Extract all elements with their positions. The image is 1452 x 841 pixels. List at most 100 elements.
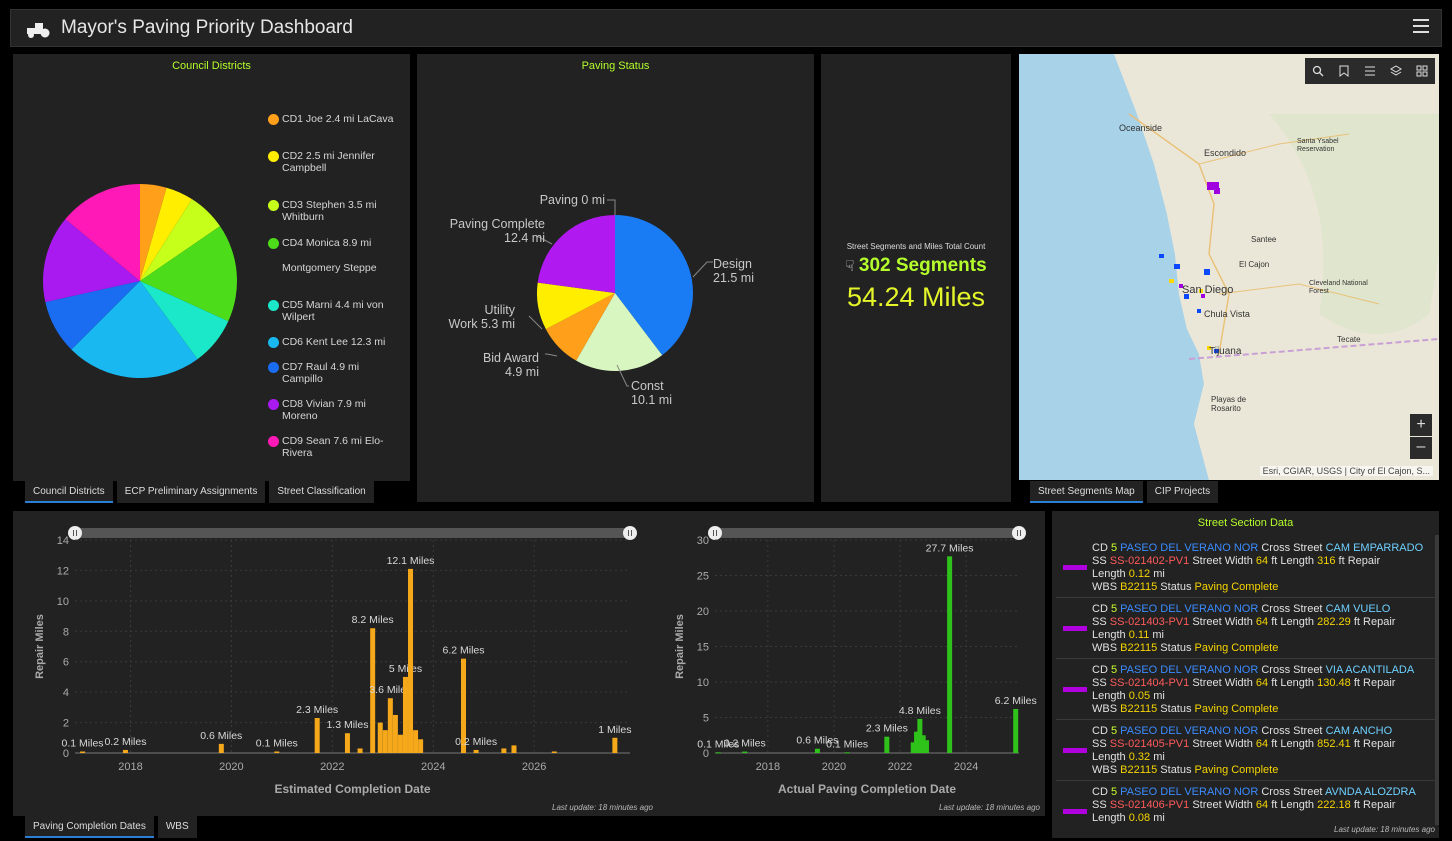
tab-ecp-preliminary-assignments[interactable]: ECP Preliminary Assignments [116, 481, 266, 503]
zoom-in-button[interactable]: + [1410, 414, 1432, 436]
tab-council-districts[interactable]: Council Districts [25, 481, 113, 503]
field-label: Street Width [1192, 616, 1253, 628]
legend-swatch [268, 238, 279, 249]
field-label: Status [1160, 764, 1192, 776]
chart-bar[interactable] [408, 568, 414, 753]
status-leader-line [528, 315, 543, 330]
field-label: SS [1092, 677, 1107, 689]
chart-bar[interactable] [884, 736, 890, 753]
field-value: PASEO DEL VERANO NOR [1120, 664, 1259, 676]
chart-bar[interactable] [947, 556, 953, 753]
range-slider-track[interactable] [715, 528, 1019, 538]
chart-bar[interactable] [274, 751, 280, 753]
field-label: ft [1271, 677, 1278, 689]
legend-label: Montgomery Steppe [282, 262, 377, 274]
field-label: SS [1092, 616, 1107, 628]
field-value: 222.18 [1317, 799, 1351, 811]
street-section-item[interactable]: CD 5 PASEO DEL VERANO NOR Cross Street C… [1056, 721, 1437, 781]
street-section-item[interactable]: CD 5 PASEO DEL VERANO NOR Cross Street C… [1056, 599, 1437, 659]
chart-bar[interactable] [612, 737, 618, 753]
hamburger-menu-icon[interactable] [1413, 19, 1429, 33]
chart-bar[interactable] [397, 734, 403, 753]
bar-data-label: 2.3 Miles [296, 704, 338, 716]
chart-bar[interactable] [314, 718, 320, 753]
map-canvas[interactable] [1019, 54, 1439, 480]
legend-swatch [268, 151, 279, 162]
field-value: 0.11 [1128, 629, 1150, 641]
chart-bar[interactable] [418, 739, 424, 753]
field-value: 852.41 [1317, 738, 1351, 750]
chart-bar[interactable] [742, 751, 748, 753]
chart-bar[interactable] [923, 740, 929, 753]
chart-bar[interactable] [715, 752, 721, 754]
range-slider-handle[interactable] [1012, 526, 1026, 540]
field-label: mi [1153, 812, 1165, 824]
chart-bar[interactable] [392, 714, 398, 753]
field-value: B22115 [1120, 642, 1158, 654]
legend-swatch [268, 200, 279, 211]
field-label: ft [1353, 616, 1360, 628]
field-label: WBS [1092, 703, 1118, 715]
field-label: WBS [1092, 581, 1118, 593]
bar-data-label: 27.7 Miles [926, 542, 974, 554]
basemap-gallery-icon[interactable] [1409, 59, 1435, 83]
zoom-out-button[interactable]: – [1410, 437, 1432, 459]
field-label: Length [1280, 555, 1315, 567]
chart-bar[interactable] [814, 748, 820, 753]
chart-bar[interactable] [402, 676, 408, 753]
status-slice-label: Bid Award 4.9 mi [483, 351, 539, 379]
chart-bar[interactable] [844, 752, 850, 754]
chart-bar[interactable] [1013, 708, 1019, 753]
street-section-item[interactable]: CD 5 PASEO DEL VERANO NOR Cross Street V… [1056, 660, 1437, 720]
map-place-label: Santa Ysabel Reservation [1297, 138, 1339, 153]
counts-caption: Street Segments and Miles Total Count [846, 242, 986, 251]
street-section-item[interactable]: CD 5 PASEO DEL VERANO NOR Cross Street C… [1056, 538, 1437, 598]
chart-bar[interactable] [413, 730, 419, 753]
chart-bar[interactable] [344, 733, 350, 753]
field-value: B22115 [1120, 703, 1158, 715]
chart-bar[interactable] [122, 749, 128, 753]
field-value: B22115 [1120, 581, 1158, 593]
chart-bar[interactable] [551, 751, 557, 753]
range-slider-handle[interactable] [623, 526, 637, 540]
field-label: Repair [1363, 738, 1396, 750]
chart-bar[interactable] [382, 730, 388, 753]
chart-bar[interactable] [218, 743, 224, 753]
field-value: SS-021405-PV1 [1109, 738, 1190, 750]
chart-bar[interactable] [511, 745, 517, 753]
x-tick-label: 2018 [118, 761, 142, 773]
chart-bar[interactable] [473, 749, 479, 753]
tab-wbs[interactable]: WBS [157, 816, 197, 838]
range-slider-handle[interactable] [68, 526, 82, 540]
chart-bar[interactable] [357, 748, 363, 753]
street-segments-map[interactable]: Oceanside Escondido Santee El Cajon San Dieg… [1019, 54, 1439, 480]
field-value: 64 [1255, 738, 1269, 750]
layers-icon[interactable] [1383, 59, 1409, 83]
bar-data-label: 1.3 Miles [326, 719, 368, 731]
y-tick-label: 12 [57, 565, 69, 577]
list-scrollbar[interactable] [1435, 535, 1439, 825]
status-pie-slice[interactable] [537, 215, 615, 293]
chart-bar[interactable] [501, 748, 507, 753]
bookmark-icon[interactable] [1331, 59, 1357, 83]
tab-street-classification[interactable]: Street Classification [269, 481, 374, 503]
tab-street-segments-map[interactable]: Street Segments Map [1030, 481, 1143, 503]
chart-bar[interactable] [377, 722, 383, 753]
counts-panel: Street Segments and Miles Total Count ☟ … [821, 54, 1011, 502]
legend-list-icon[interactable] [1357, 59, 1383, 83]
chart-bar[interactable] [80, 751, 86, 753]
tab-paving-completion-dates[interactable]: Paving Completion Dates [25, 816, 154, 838]
range-slider-track[interactable] [75, 528, 630, 538]
field-label: Street Width [1192, 677, 1253, 689]
map-search-icon[interactable] [1305, 59, 1331, 83]
field-label: ft [1353, 799, 1360, 811]
chart-bar[interactable] [387, 698, 393, 753]
field-value: SS-021403-PV1 [1109, 616, 1190, 628]
legend-label: CD7 Raul 4.9 mi Campillo [282, 361, 360, 385]
field-value: 64 [1255, 616, 1269, 628]
tab-cip-projects[interactable]: CIP Projects [1146, 481, 1219, 503]
actual-last-update: Last update: 18 minutes ago [939, 803, 1040, 812]
bar-data-label: 0.1 Miles [62, 737, 104, 749]
field-label: Cross Street [1261, 603, 1323, 615]
range-slider-handle[interactable] [708, 526, 722, 540]
